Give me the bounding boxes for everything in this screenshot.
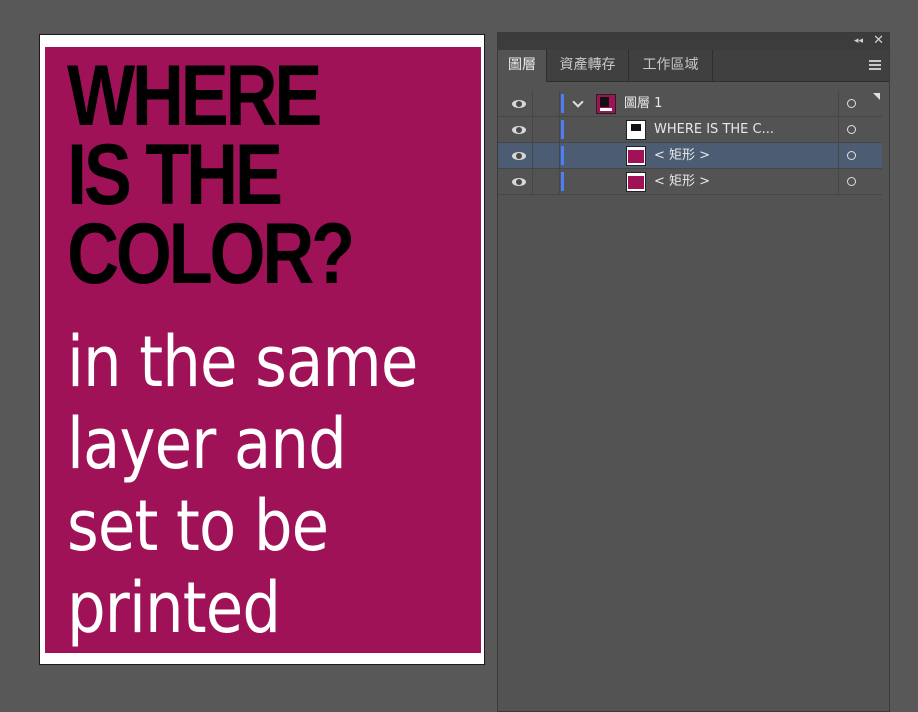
- eye-icon: [512, 126, 526, 134]
- target-toggle[interactable]: [838, 169, 882, 194]
- target-circle-icon: [847, 125, 856, 134]
- visibility-toggle[interactable]: [505, 169, 533, 194]
- collapse-panel-button[interactable]: ◂◂: [854, 35, 863, 47]
- headline-line: COLOR?: [67, 206, 355, 302]
- layer-name[interactable]: 圖層 1: [624, 91, 662, 116]
- headline-line: IS THE: [67, 127, 283, 223]
- layers-panel: ◂◂ ✕ 圖層 資產轉存 工作區域 圖層 1 WHERE IS THE C...…: [497, 32, 890, 712]
- close-panel-button[interactable]: ✕: [873, 33, 884, 49]
- layer-list: 圖層 1 WHERE IS THE C... < 矩形 > < 矩形 >: [498, 91, 882, 195]
- object-name[interactable]: < 矩形 >: [654, 169, 710, 194]
- layer-row-rectangle[interactable]: < 矩形 >: [498, 169, 882, 195]
- eye-icon: [512, 100, 526, 108]
- rectangle-thumbnail: [626, 172, 646, 192]
- tab-layers[interactable]: 圖層: [498, 50, 547, 82]
- eye-icon: [512, 178, 526, 186]
- layer-color-bar: [561, 94, 564, 113]
- object-name[interactable]: < 矩形 >: [654, 143, 710, 168]
- target-circle-icon: [847, 99, 856, 108]
- layer-row-text[interactable]: WHERE IS THE C...: [498, 117, 882, 143]
- target-toggle[interactable]: [838, 117, 882, 142]
- eye-icon: [512, 152, 526, 160]
- target-toggle[interactable]: [838, 143, 882, 168]
- layer-thumbnail: [596, 94, 616, 114]
- layer-row-layer-1[interactable]: 圖層 1: [498, 91, 882, 117]
- rectangle-thumbnail: [626, 146, 646, 166]
- visibility-toggle[interactable]: [505, 117, 533, 142]
- body-line: in the same: [67, 321, 418, 403]
- visibility-toggle[interactable]: [505, 143, 533, 168]
- tab-asset-export[interactable]: 資產轉存: [547, 50, 629, 82]
- panel-tab-bar: 圖層 資產轉存 工作區域: [498, 50, 889, 82]
- lock-toggle[interactable]: [533, 91, 560, 116]
- headline-line: WHERE: [67, 48, 322, 144]
- target-circle-icon: [847, 177, 856, 186]
- layer-color-bar: [561, 120, 564, 139]
- artboard[interactable]: WHERE IS THE COLOR? in the same layer an…: [39, 34, 485, 665]
- panel-menu-icon[interactable]: [869, 60, 881, 71]
- body-line: printed: [67, 567, 281, 649]
- poster-rectangle[interactable]: WHERE IS THE COLOR? in the same layer an…: [45, 47, 481, 653]
- poster-body-text[interactable]: in the same layer and set to be printed: [67, 321, 418, 649]
- chevron-down-icon[interactable]: [572, 96, 584, 108]
- body-line: layer and: [67, 403, 347, 485]
- visibility-toggle[interactable]: [505, 91, 533, 116]
- panel-titlebar[interactable]: ◂◂ ✕: [498, 33, 889, 50]
- body-line: set to be: [67, 485, 329, 567]
- selection-corner-icon: [873, 93, 880, 100]
- layer-color-bar: [561, 172, 564, 191]
- layer-row-rectangle-selected[interactable]: < 矩形 >: [498, 143, 882, 169]
- lock-toggle[interactable]: [533, 117, 560, 142]
- poster-headline[interactable]: WHERE IS THE COLOR?: [67, 48, 355, 302]
- text-thumbnail: [626, 120, 646, 140]
- object-name[interactable]: WHERE IS THE C...: [654, 117, 774, 142]
- lock-toggle[interactable]: [533, 143, 560, 168]
- tab-artboards[interactable]: 工作區域: [629, 50, 713, 82]
- target-circle-icon: [847, 151, 856, 160]
- layer-color-bar: [561, 146, 564, 165]
- lock-toggle[interactable]: [533, 169, 560, 194]
